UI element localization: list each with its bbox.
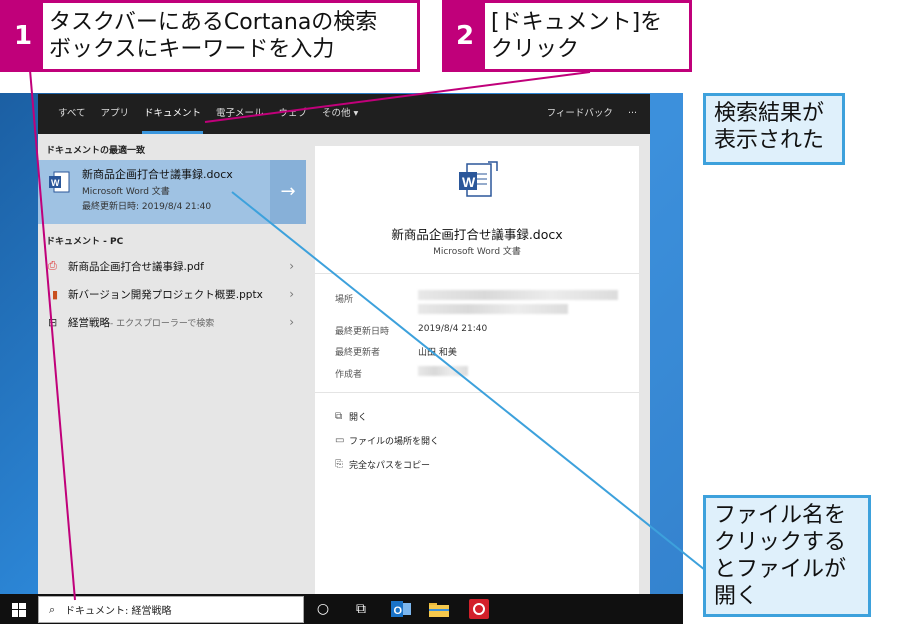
step2-line2: クリック [491,37,580,62]
open-line3: とファイルが [714,557,847,582]
open-line1: ファイル名を [714,503,847,528]
result-line1: 検索結果が [714,101,825,126]
step2-number: 2 [445,3,485,69]
step1-pointer-line [29,69,76,601]
result-line2: 表示された [714,128,825,153]
open-line2: クリックする [714,530,847,555]
step1-line1: タスクバーにあるCortanaの検索 [49,10,378,35]
result-callout: 検索結果が 表示された [703,93,845,165]
step1-line2: ボックスにキーワードを入力 [49,37,335,62]
step1-callout: 1 タスクバーにあるCortanaの検索 ボックスにキーワードを入力 [0,0,420,72]
step1-number: 1 [3,3,43,69]
open-pointer-line [231,191,706,571]
step2-callout: 2 [ドキュメント]を クリック [442,0,692,72]
step2-pointer-line [204,71,591,123]
open-line4: 開く [714,584,759,609]
open-callout: ファイル名を クリックする とファイルが 開く [703,495,871,617]
step2-line1: [ドキュメント]を [491,10,663,35]
